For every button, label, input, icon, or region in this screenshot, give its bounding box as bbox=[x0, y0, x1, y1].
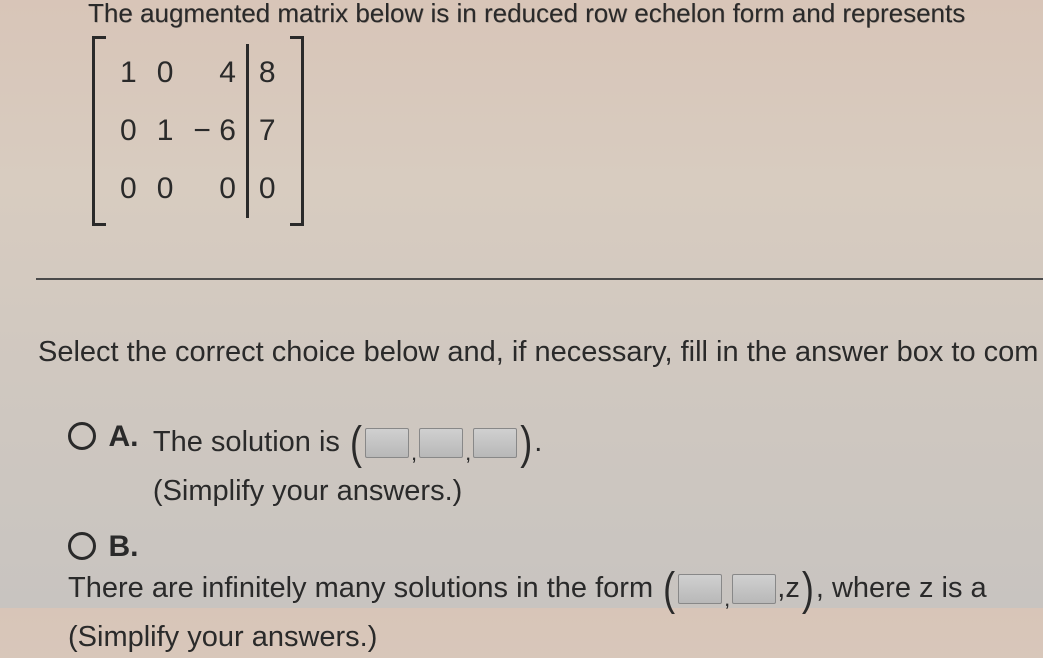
answer-box-a3[interactable] bbox=[473, 428, 517, 458]
question-stem-partial: The augmented matrix below is in reduced… bbox=[88, 0, 965, 29]
augmented-matrix: 1 0 4 8 0 1 − 6 7 0 0 0 0 bbox=[92, 36, 304, 231]
option-a: A. The solution is (,,). (Simplify your … bbox=[68, 418, 1043, 512]
simplify-b: (Simplify your answers.) bbox=[68, 617, 987, 658]
matrix-table: 1 0 4 8 0 1 − 6 7 0 0 0 0 bbox=[110, 44, 286, 218]
matrix-cell-aug: 7 bbox=[247, 102, 285, 160]
option-a-body: The solution is (,,). (Simplify your ans… bbox=[153, 418, 542, 512]
answer-box-a2[interactable] bbox=[419, 428, 463, 458]
matrix-cell-aug: 0 bbox=[247, 160, 285, 218]
matrix-cell-aug: 8 bbox=[247, 44, 285, 102]
left-bracket bbox=[92, 36, 106, 226]
table-row: 0 0 0 0 bbox=[110, 160, 286, 218]
option-b-text: There are infinitely many solutions in t… bbox=[68, 572, 661, 604]
paren-open: ( bbox=[663, 556, 675, 622]
period: . bbox=[534, 426, 542, 458]
table-row: 0 1 − 6 7 bbox=[110, 102, 286, 160]
comma: , bbox=[465, 438, 471, 469]
matrix-cell: 0 bbox=[147, 44, 184, 102]
matrix-cell: − 6 bbox=[183, 102, 247, 160]
right-bracket bbox=[290, 36, 304, 226]
option-a-text: The solution is bbox=[153, 426, 348, 458]
paren-close: ) bbox=[520, 410, 532, 476]
comma: , bbox=[411, 438, 417, 469]
table-row: 1 0 4 8 bbox=[110, 44, 286, 102]
comma: , bbox=[724, 584, 730, 615]
instruction-text: Select the correct choice below and, if … bbox=[38, 336, 1038, 369]
option-b-label: B. bbox=[108, 530, 138, 564]
matrix-cell: 4 bbox=[183, 44, 247, 102]
answer-box-b1[interactable] bbox=[678, 574, 722, 604]
matrix-cell: 0 bbox=[147, 160, 184, 218]
answer-box-a1[interactable] bbox=[365, 428, 409, 458]
matrix-cell: 0 bbox=[110, 160, 147, 218]
matrix-cell: 0 bbox=[110, 102, 147, 160]
radio-b[interactable] bbox=[68, 532, 96, 560]
option-b-after: , where z is a bbox=[816, 572, 987, 604]
simplify-a: (Simplify your answers.) bbox=[153, 471, 542, 512]
option-b: B. There are infinitely many solutions i… bbox=[68, 528, 1043, 658]
matrix-cell: 1 bbox=[147, 102, 184, 160]
paren-open: ( bbox=[350, 410, 362, 476]
z-label: ,z bbox=[777, 572, 800, 604]
option-b-body: There are infinitely many solutions in t… bbox=[68, 564, 987, 658]
matrix-cell: 0 bbox=[183, 160, 247, 218]
answer-box-b2[interactable] bbox=[732, 574, 776, 604]
matrix-cell: 1 bbox=[110, 44, 147, 102]
option-a-label: A. bbox=[108, 420, 138, 454]
paren-close: ) bbox=[802, 556, 814, 622]
horizontal-divider bbox=[36, 278, 1043, 280]
radio-a[interactable] bbox=[68, 422, 96, 450]
